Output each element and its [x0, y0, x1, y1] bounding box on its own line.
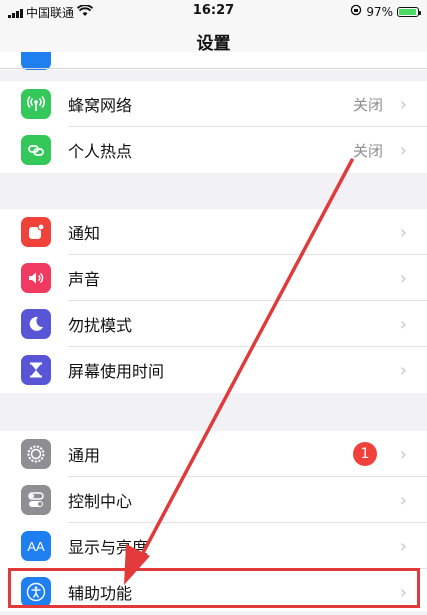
header-divider — [0, 68, 427, 69]
chevron-right-icon: › — [399, 139, 407, 161]
notification-icon — [21, 217, 51, 247]
settings-row-label: 通用 — [68, 446, 101, 465]
chevron-right-icon: › — [399, 535, 407, 557]
settings-row-label: 个人热点 — [68, 142, 133, 161]
settings-row-label: 控制中心 — [68, 492, 133, 511]
status-right: 97% — [350, 4, 421, 19]
settings-row-sounds[interactable]: 声音 › — [0, 255, 427, 301]
chevron-right-icon: › — [399, 221, 407, 243]
notification-badge: 1 — [353, 442, 377, 466]
battery-fill — [399, 8, 417, 15]
display-aa-icon: AA — [21, 531, 51, 561]
settings-row-hotspot[interactable]: 个人热点 关闭 › — [0, 127, 427, 173]
settings-row-control-center[interactable]: 控制中心 › — [0, 477, 427, 523]
settings-row-value: 关闭 — [352, 141, 383, 160]
settings-row-screen-time[interactable]: 屏幕使用时间 › — [0, 347, 427, 393]
battery-percent: 97% — [366, 4, 393, 19]
settings-row-label: 声音 — [68, 270, 101, 289]
settings-row-label: 勿扰模式 — [68, 316, 133, 335]
status-bar: 中国联通 16:27 97% — [0, 0, 427, 24]
chevron-right-icon: › — [399, 93, 407, 115]
hotspot-link-icon — [21, 135, 51, 165]
chevron-right-icon: › — [399, 489, 407, 511]
display-aa-text: AA — [27, 538, 45, 554]
settings-row-do-not-disturb[interactable]: 勿扰模式 › — [0, 301, 427, 347]
hourglass-icon — [21, 355, 51, 385]
speaker-icon — [21, 263, 51, 293]
chevron-right-icon: › — [399, 359, 407, 381]
chevron-right-icon: › — [399, 313, 407, 335]
settings-group-notifications: 通知 › 声音 › 勿扰模式 › 屏幕使用时间 › — [0, 209, 427, 393]
gear-icon — [21, 439, 51, 469]
settings-row-cellular[interactable]: 蜂窝网络 关闭 › — [0, 81, 427, 127]
settings-row-label: 蜂窝网络 — [68, 96, 133, 115]
settings-group-network: 蜂窝网络 关闭 › 个人热点 关闭 › — [0, 81, 427, 173]
annotation-highlight-box — [8, 568, 420, 608]
settings-row-general[interactable]: 通用 1 › — [0, 431, 427, 477]
settings-row-value: 关闭 — [352, 95, 383, 114]
settings-row-notifications[interactable]: 通知 › — [0, 209, 427, 255]
chevron-right-icon: › — [399, 443, 407, 465]
settings-row-label: 屏幕使用时间 — [68, 362, 165, 381]
moon-icon — [21, 309, 51, 339]
battery-icon — [397, 6, 421, 17]
settings-row-display-brightness[interactable]: AA 显示与亮度 › — [0, 523, 427, 569]
cellular-antenna-icon — [21, 89, 51, 119]
toggle-switches-icon — [21, 485, 51, 515]
rotation-lock-icon — [350, 4, 362, 19]
settings-row-label: 通知 — [68, 224, 101, 243]
settings-row-label: 显示与亮度 — [68, 538, 149, 557]
chevron-right-icon: › — [399, 267, 407, 289]
